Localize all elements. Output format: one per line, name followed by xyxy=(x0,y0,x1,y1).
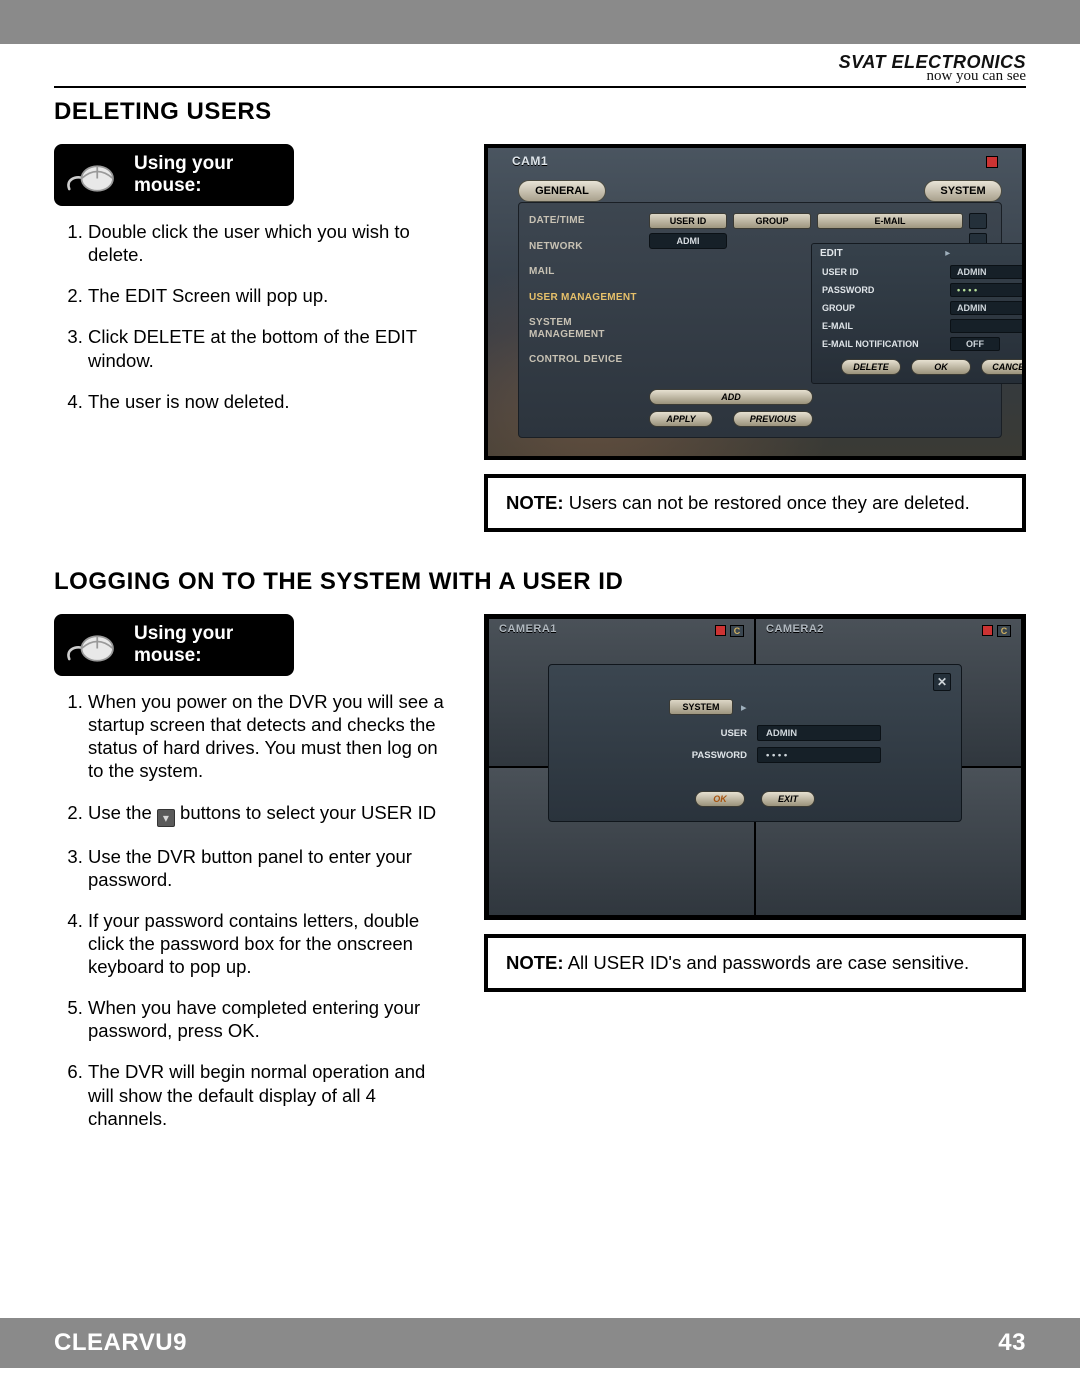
record-indicator-icon xyxy=(986,156,998,168)
note-box-1: NOTE: Users can not be restored once the… xyxy=(484,474,1026,532)
list-item: Use the DVR button panel to enter your p… xyxy=(88,845,454,891)
record-indicator-icon xyxy=(982,625,993,636)
mouse-badge: Using your mouse: xyxy=(54,144,294,206)
note-text: Users can not be restored once they are … xyxy=(569,492,970,513)
field-label-email: E-MAIL xyxy=(822,321,942,331)
product-name: CLEARVU9 xyxy=(54,1329,187,1357)
field-label-password: PASSWORD xyxy=(669,750,747,761)
field-value-userid[interactable]: ADMIN xyxy=(950,265,1026,279)
note-label: NOTE: xyxy=(506,952,564,973)
section-title-deleting-users: DELETING USERS xyxy=(54,98,1026,126)
user-table: USER ID GROUP E-MAIL ADMI xyxy=(649,213,987,249)
camera-label: CAMERA2 xyxy=(766,623,824,635)
sidebar-item-user-management[interactable]: USER MANAGEMENT xyxy=(529,292,639,304)
col-group: GROUP xyxy=(733,213,811,229)
list-item: Click DELETE at the bottom of the EDIT w… xyxy=(88,325,454,371)
edit-popup-title: EDIT xyxy=(820,248,843,259)
record-indicator-icon xyxy=(715,625,726,636)
list-item: If your password contains letters, doubl… xyxy=(88,909,454,978)
brand-row: SVAT ELECTRONICS now you can see xyxy=(54,44,1026,84)
deleting-steps-list: Double click the user which you wish to … xyxy=(54,220,454,413)
add-button-2[interactable]: ADD xyxy=(649,389,813,405)
system-button[interactable]: SYSTEM xyxy=(669,699,733,715)
field-label-password: PASSWORD xyxy=(822,285,942,295)
page-footer: CLEARVU9 43 xyxy=(0,1318,1080,1368)
camera-label: CAMERA1 xyxy=(499,623,557,635)
page-number: 43 xyxy=(998,1329,1026,1357)
list-item: When you have completed entering your pa… xyxy=(88,996,454,1042)
tool-icon-1[interactable] xyxy=(969,213,987,229)
field-value-email[interactable] xyxy=(950,319,1026,333)
note-box-2: NOTE: All USER ID's and passwords are ca… xyxy=(484,934,1026,992)
list-item: When you power on the DVR you will see a… xyxy=(88,690,454,783)
up-down-icon xyxy=(157,809,175,827)
step2-post: buttons to select your USER ID xyxy=(175,802,436,823)
header-rule xyxy=(54,86,1026,88)
ok-button[interactable]: OK xyxy=(695,791,745,807)
field-value-email-notif[interactable]: OFF xyxy=(950,337,1000,351)
col-userid: USER ID xyxy=(649,213,727,229)
mouse-icon xyxy=(64,621,120,669)
list-item: The EDIT Screen will pop up. xyxy=(88,284,454,307)
sidebar-item-datetime[interactable]: DATE/TIME xyxy=(529,215,639,227)
close-icon[interactable]: ✕ xyxy=(933,673,951,691)
mouse-badge-text: Using your mouse: xyxy=(134,623,280,667)
exit-button[interactable]: EXIT xyxy=(761,791,815,807)
mouse-icon xyxy=(64,151,120,199)
dvr-user-mgmt-screenshot: CAM1 GENERAL SYSTEM DATE/TIME NETWORK MA… xyxy=(484,144,1026,460)
tab-general[interactable]: GENERAL xyxy=(518,180,606,202)
top-gray-bar xyxy=(0,0,1080,44)
previous-button[interactable]: PREVIOUS xyxy=(733,411,813,427)
sidebar-item-control-device[interactable]: CONTROL DEVICE xyxy=(529,354,639,366)
col-email: E-MAIL xyxy=(817,213,963,229)
section-title-logging-on: LOGGING ON TO THE SYSTEM WITH A USER ID xyxy=(54,568,1026,596)
cell-userid[interactable]: ADMI xyxy=(649,233,727,249)
dvr-login-screenshot: CAMERA1 C CAMERA2 C ✕ SYSTEM xyxy=(484,614,1026,920)
sidebar-item-mail[interactable]: MAIL xyxy=(529,266,639,278)
note-label: NOTE: xyxy=(506,492,564,513)
badge-icon: C xyxy=(730,625,744,637)
list-item: Use the buttons to select your USER ID xyxy=(88,801,454,827)
delete-button[interactable]: DELETE xyxy=(841,359,901,375)
camera-label: CAM1 xyxy=(512,154,548,168)
badge-icon: C xyxy=(997,625,1011,637)
field-value-group[interactable]: ADMIN xyxy=(950,301,1026,315)
list-item: Double click the user which you wish to … xyxy=(88,220,454,266)
field-value-password[interactable]: • • • • xyxy=(757,747,881,763)
note-text: All USER ID's and passwords are case sen… xyxy=(568,952,969,973)
cancel-button[interactable]: CANCEL xyxy=(981,359,1026,375)
sidebar-item-network[interactable]: NETWORK xyxy=(529,241,639,253)
field-label-email-notif: E-MAIL NOTIFICATION xyxy=(822,339,942,349)
field-label-user: USER xyxy=(669,728,747,739)
field-value-password[interactable] xyxy=(950,283,1026,297)
mouse-badge: Using your mouse: xyxy=(54,614,294,676)
arrow-right-icon: ▸ xyxy=(741,701,747,714)
step2-pre: Use the xyxy=(88,802,157,823)
list-item: The user is now deleted. xyxy=(88,390,454,413)
mouse-badge-text: Using your mouse: xyxy=(134,153,280,197)
list-item: The DVR will begin normal operation and … xyxy=(88,1060,454,1129)
field-value-user[interactable]: ADMIN xyxy=(757,725,881,741)
login-panel: ✕ SYSTEM ▸ USER ADMIN PASSWORD • • • • xyxy=(548,664,962,822)
edit-popup: EDIT ▸ ✕ USER IDADMIN PASSWORD GROUPADMI… xyxy=(811,243,1026,384)
arrow-right-icon: ▸ xyxy=(945,248,950,259)
tab-system[interactable]: SYSTEM xyxy=(924,180,1002,202)
login-steps-list: When you power on the DVR you will see a… xyxy=(54,690,454,1130)
field-label-userid: USER ID xyxy=(822,267,942,277)
ok-button[interactable]: OK xyxy=(911,359,971,375)
apply-button[interactable]: APPLY xyxy=(649,411,713,427)
field-label-group: GROUP xyxy=(822,303,942,313)
side-menu: DATE/TIME NETWORK MAIL USER MANAGEMENT S… xyxy=(529,215,639,380)
system-panel: DATE/TIME NETWORK MAIL USER MANAGEMENT S… xyxy=(518,202,1002,438)
sidebar-item-system-management[interactable]: SYSTEM MANAGEMENT xyxy=(529,317,639,340)
